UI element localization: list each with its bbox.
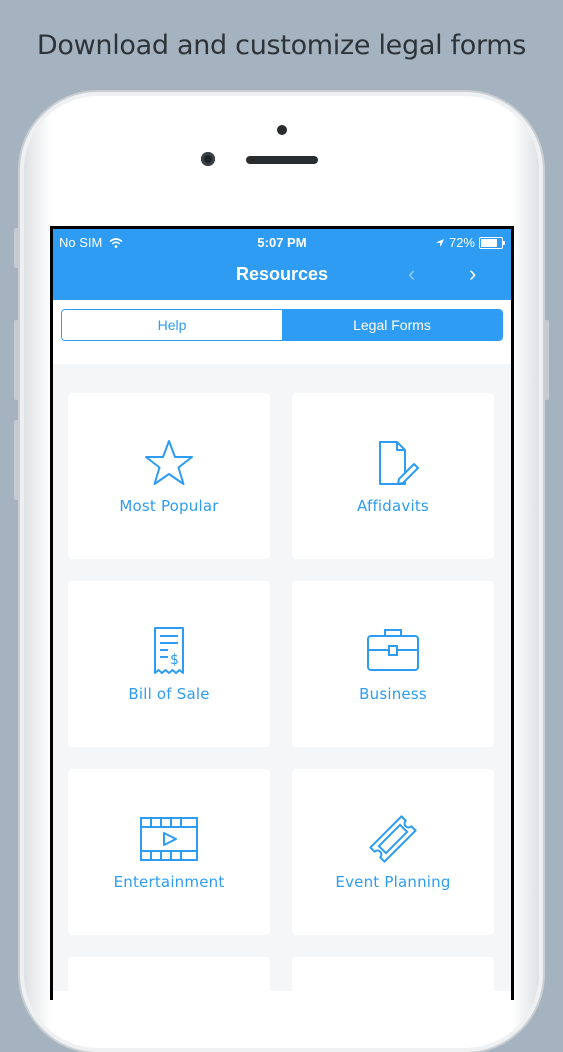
navigation-bar: No SIM 5:07 PM 72% Resources ‹ › xyxy=(53,229,511,300)
volume-up-button xyxy=(14,320,19,400)
svg-text:$: $ xyxy=(170,652,179,668)
category-label: Bill of Sale xyxy=(128,685,210,703)
volume-down-button xyxy=(14,420,19,500)
category-label: Entertainment xyxy=(113,873,225,891)
category-label: Business xyxy=(359,685,427,703)
battery-percent: 72% xyxy=(448,235,475,250)
document-pencil-icon xyxy=(379,441,419,485)
segment-legal-forms[interactable]: Legal Forms xyxy=(282,310,502,340)
film-icon xyxy=(140,817,198,861)
segment-help[interactable]: Help xyxy=(62,310,282,340)
category-card-event-planning[interactable]: Event Planning xyxy=(292,769,494,935)
battery-icon xyxy=(479,236,505,249)
tab-bar xyxy=(53,991,511,1000)
status-right-group: 72% xyxy=(435,235,505,250)
proximity-sensor xyxy=(277,125,287,135)
page-title: Resources xyxy=(235,264,329,284)
app-screen: No SIM 5:07 PM 72% Resources ‹ › Help Le… xyxy=(53,229,511,1000)
category-card-bill-of-sale[interactable]: $ Bill of Sale xyxy=(68,581,270,747)
category-card-affidavits[interactable]: Affidavits xyxy=(292,393,494,559)
chevron-right-icon[interactable]: › xyxy=(469,261,476,287)
front-camera xyxy=(201,152,215,166)
receipt-icon: $ xyxy=(154,627,184,674)
power-button xyxy=(544,320,549,400)
chevron-left-icon[interactable]: ‹ xyxy=(408,261,415,287)
category-label: Event Planning xyxy=(335,873,451,891)
ticket-icon xyxy=(369,815,417,863)
status-bar: No SIM 5:07 PM 72% xyxy=(53,233,511,253)
mute-switch xyxy=(14,228,19,268)
category-card-business[interactable]: Business xyxy=(292,581,494,747)
segmented-control: Help Legal Forms xyxy=(61,309,503,341)
earpiece-speaker xyxy=(246,156,318,164)
category-label: Affidavits xyxy=(357,497,429,515)
briefcase-icon xyxy=(367,629,419,671)
star-icon xyxy=(145,440,193,485)
location-arrow-icon xyxy=(435,238,444,247)
promo-headline: Download and customize legal forms xyxy=(36,30,527,61)
segment-bar: Help Legal Forms xyxy=(53,300,511,364)
category-card-entertainment[interactable]: Entertainment xyxy=(68,769,270,935)
category-label: Most Popular xyxy=(119,497,219,515)
phone-screen: No SIM 5:07 PM 72% Resources ‹ › Help Le… xyxy=(50,226,514,1000)
category-card-most-popular[interactable]: Most Popular xyxy=(68,393,270,559)
